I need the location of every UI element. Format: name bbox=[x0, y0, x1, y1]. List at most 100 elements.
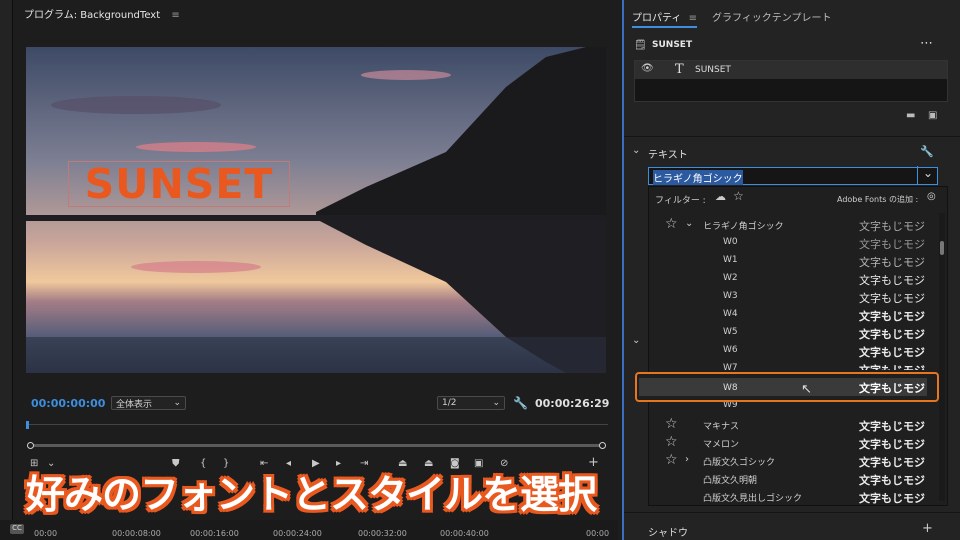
font-list-item[interactable]: ☆ ⌄ ヒラギノ角ゴシック 文字もじモジ bbox=[649, 216, 939, 234]
font-sample: 文字もじモジ bbox=[859, 456, 925, 469]
camera-icon[interactable]: ◙ bbox=[450, 458, 460, 469]
font-list-item[interactable]: W1 文字もじモジ bbox=[649, 252, 939, 270]
tab-properties[interactable]: プロパティ ≡ bbox=[632, 9, 697, 28]
creative-cloud-icon[interactable]: ◎ bbox=[927, 191, 936, 202]
eye-icon[interactable]: 👁 bbox=[641, 63, 654, 74]
chevron-down-icon[interactable]: ⌄ bbox=[685, 218, 693, 229]
playhead-marker[interactable] bbox=[26, 421, 29, 429]
wrench-icon[interactable]: 🔧 bbox=[920, 145, 934, 158]
new-layer-icon[interactable]: ▣ bbox=[928, 110, 937, 121]
font-sample: 文字もじモジ bbox=[859, 256, 925, 269]
layer-name: SUNSET bbox=[695, 65, 731, 75]
divider bbox=[624, 136, 960, 137]
font-weight-name: W4 bbox=[723, 309, 738, 319]
star-filter-icon[interactable]: ☆ bbox=[733, 189, 744, 203]
wrench-icon[interactable]: 🔧 bbox=[513, 396, 528, 410]
star-icon[interactable]: ☆ bbox=[665, 216, 678, 232]
font-list-item[interactable]: W5 文字もじモジ bbox=[649, 324, 939, 342]
current-timecode[interactable]: 00:00:00:00 bbox=[31, 397, 105, 410]
font-list-item[interactable]: W3 文字もじモジ bbox=[649, 288, 939, 306]
chevron-down-icon[interactable]: ⌄ bbox=[632, 145, 640, 156]
mark-out-icon[interactable]: } bbox=[223, 458, 229, 469]
play-icon[interactable]: ▶ bbox=[312, 458, 320, 469]
tab-menu-icon[interactable]: ≡ bbox=[689, 13, 697, 24]
font-weight-name: W3 bbox=[723, 291, 738, 301]
cc-icon[interactable]: CC bbox=[10, 524, 24, 534]
marker-icon[interactable]: ⛊ bbox=[172, 458, 180, 469]
font-list-item[interactable]: W0 文字もじモジ bbox=[649, 234, 939, 252]
chevron-down-icon: ⌄ bbox=[173, 398, 181, 408]
font-name: マメロン bbox=[703, 440, 740, 450]
font-sample: 文字もじモジ bbox=[859, 274, 925, 287]
font-list-item[interactable]: W6 文字もじモジ bbox=[649, 342, 939, 360]
ruler-label: 00:00:32:00 bbox=[358, 529, 407, 538]
timeline-zoom-bar[interactable] bbox=[26, 421, 608, 429]
font-family-dropdown[interactable]: ヒラギノ角ゴシック ⌄ bbox=[648, 166, 938, 185]
grid-select-icon[interactable]: ⊞ bbox=[30, 458, 38, 469]
timeline-ruler[interactable]: CC 00:00 00:00:08:00 00:00:16:00 00:00:2… bbox=[0, 520, 618, 540]
sunset-title-text: SUNSET bbox=[84, 159, 274, 208]
tab-graphics-template[interactable]: グラフィックテンプレート bbox=[712, 9, 832, 24]
panel-menu-icon[interactable]: ≡ bbox=[171, 10, 179, 21]
chevron-down-icon[interactable]: ⌄ bbox=[917, 166, 938, 184]
chevron-right-icon[interactable]: › bbox=[685, 454, 689, 465]
font-sample: 文字もじモジ bbox=[859, 382, 925, 395]
chevron-down-icon[interactable]: ⌄ bbox=[632, 335, 640, 346]
font-name: マキナス bbox=[703, 422, 740, 432]
star-icon[interactable]: ☆ bbox=[665, 452, 678, 468]
step-forward-icon[interactable]: ▸ bbox=[336, 458, 341, 469]
scrub-start-handle[interactable] bbox=[27, 442, 34, 449]
resolution-dropdown[interactable]: 1/2 ⌄ bbox=[437, 396, 505, 410]
program-video-frame[interactable] bbox=[26, 47, 606, 373]
mark-in-icon[interactable]: { bbox=[200, 458, 206, 469]
font-list-item[interactable]: W2 文字もじモジ bbox=[649, 270, 939, 288]
chevron-down-icon: ⌄ bbox=[492, 398, 500, 408]
step-back-icon[interactable]: ◂ bbox=[286, 458, 291, 469]
font-weight-name: W8 bbox=[723, 383, 738, 393]
cloud-filter-icon[interactable]: ☁ bbox=[715, 190, 726, 203]
program-title-text: プログラム: BackgroundText bbox=[24, 10, 161, 21]
adobe-fonts-label: Adobe Fonts の追加 : bbox=[837, 195, 919, 204]
font-sample: 文字もじモジ bbox=[859, 346, 925, 359]
zoom-value: 全体表示 bbox=[116, 399, 153, 410]
font-list-item[interactable]: W7 文字もじモジ bbox=[649, 360, 939, 370]
font-sample: 文字もじモジ bbox=[859, 238, 925, 251]
font-weight-name: W9 bbox=[723, 402, 738, 410]
extract-icon[interactable]: ⏏ bbox=[424, 458, 433, 469]
folder-icon[interactable]: ▬ bbox=[906, 110, 915, 121]
font-list-item[interactable]: W9 bbox=[649, 402, 939, 412]
star-icon[interactable]: ☆ bbox=[665, 416, 678, 432]
comparison-view-icon[interactable]: ▣ bbox=[474, 458, 483, 469]
font-list-item[interactable]: W4 文字もじモジ bbox=[649, 306, 939, 324]
add-shadow-icon[interactable]: + bbox=[922, 521, 933, 536]
chevron-down-icon[interactable]: ⌄ bbox=[47, 458, 55, 469]
star-icon[interactable]: ☆ bbox=[665, 434, 678, 450]
font-list-item[interactable]: ☆ › 凸版文久ゴシック 文字もじモジ bbox=[649, 452, 939, 470]
title-selection-box[interactable]: SUNSET bbox=[68, 161, 290, 207]
font-list-item[interactable]: 凸版文久明朝 文字もじモジ bbox=[649, 470, 939, 488]
add-button-icon[interactable]: + bbox=[588, 455, 599, 470]
mouse-cursor-icon: ↖ bbox=[801, 382, 812, 397]
font-list-item[interactable]: 凸版文久見出しゴシック 文字もじモジ bbox=[649, 488, 939, 504]
font-list-item[interactable]: ☆ マメロン 文字もじモジ bbox=[649, 434, 939, 452]
font-list-item[interactable]: ☆ マキナス 文字もじモジ bbox=[649, 416, 939, 434]
lift-icon[interactable]: ⏏ bbox=[398, 458, 407, 469]
layer-row[interactable]: 👁 T SUNSET bbox=[635, 61, 947, 79]
video-subtitle-caption: 好みのフォントとスタイルを選択 bbox=[26, 473, 597, 518]
font-name: 凸版文久見出しゴシック bbox=[703, 494, 803, 504]
more-options-icon[interactable]: ⋯ bbox=[920, 36, 933, 51]
go-to-in-icon[interactable]: ⇤ bbox=[260, 458, 268, 469]
scrollbar-thumb[interactable] bbox=[940, 241, 944, 255]
playback-scrub-bar[interactable] bbox=[30, 444, 604, 447]
font-name: ヒラギノ角ゴシック bbox=[703, 222, 784, 232]
program-panel-title[interactable]: プログラム: BackgroundText ≡ bbox=[24, 6, 180, 21]
scrub-end-handle[interactable] bbox=[599, 442, 606, 449]
font-list-scrollbar[interactable] bbox=[939, 213, 945, 501]
highlighted-font-row[interactable]: W8 文字もじモジ ↖ bbox=[635, 372, 939, 402]
vr-icon[interactable]: ⊘ bbox=[500, 458, 508, 469]
ruler-label: 00:00:16:00 bbox=[190, 529, 239, 538]
zoom-dropdown[interactable]: 全体表示 ⌄ bbox=[111, 396, 186, 410]
go-to-out-icon[interactable]: ⇥ bbox=[360, 458, 368, 469]
duration-timecode: 00:00:26:29 bbox=[535, 397, 610, 410]
layers-list: 👁 T SUNSET bbox=[634, 60, 948, 102]
